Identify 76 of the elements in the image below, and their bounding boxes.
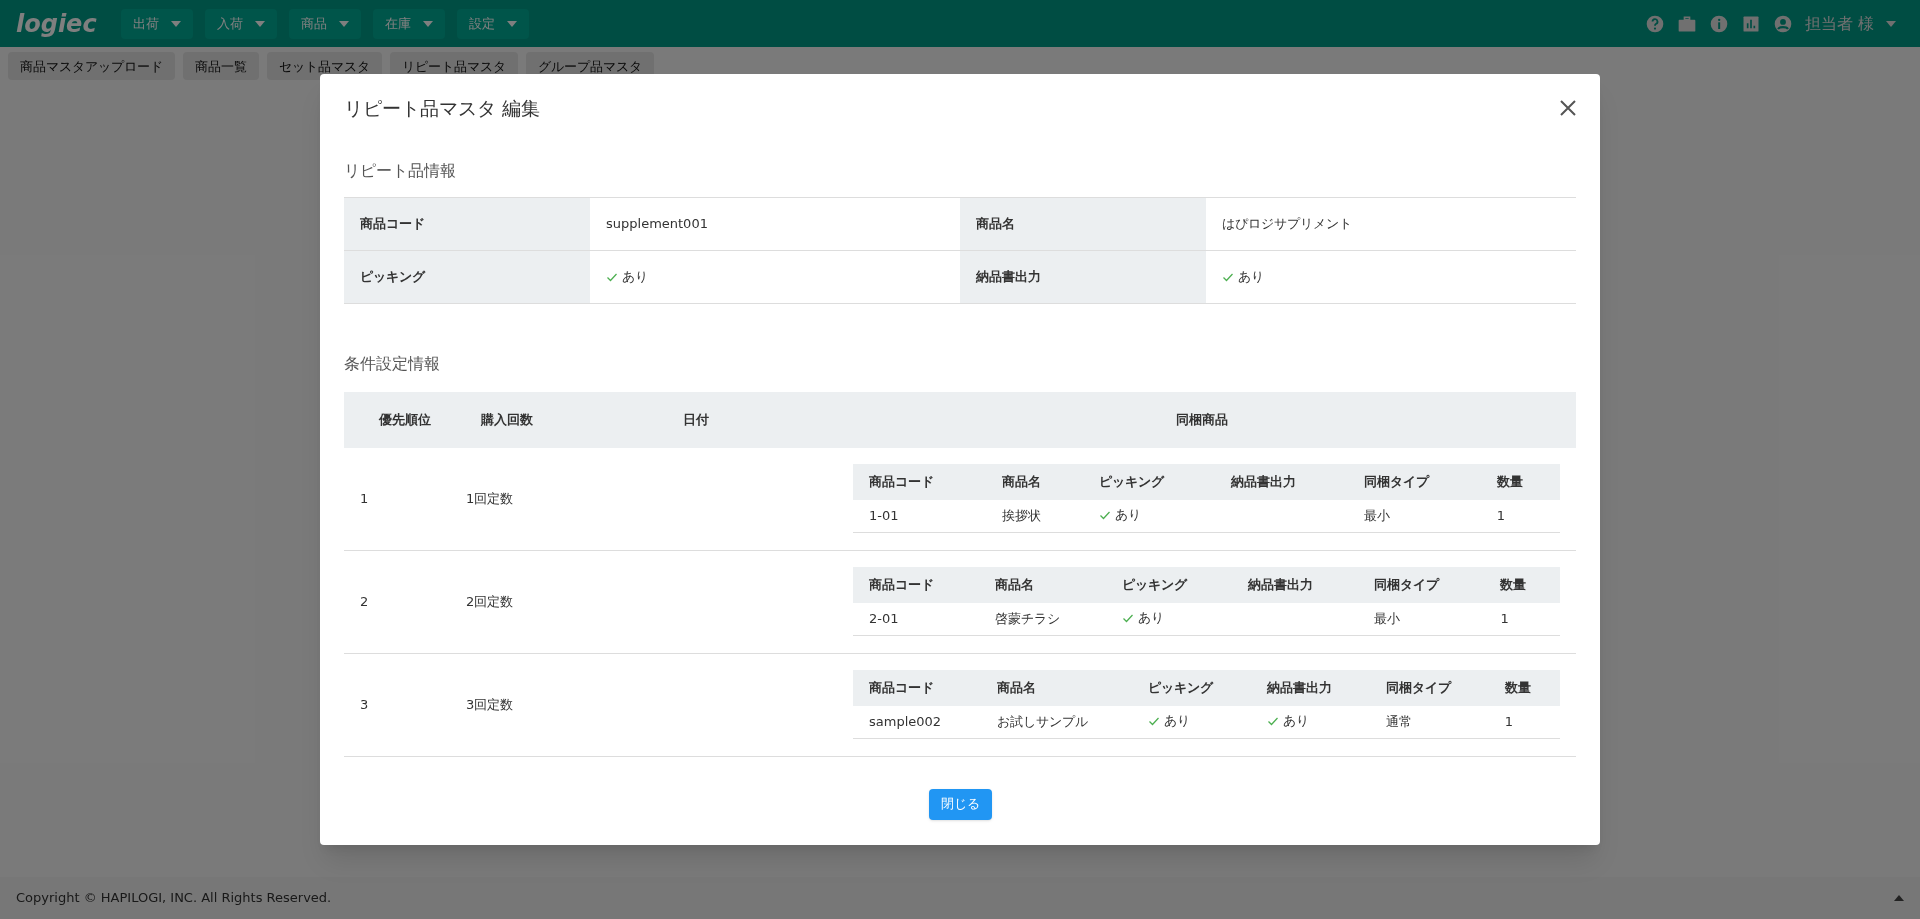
column-header: 数量 (1480, 463, 1560, 500)
column-header: 購入回数 (480, 410, 534, 429)
column-header: 同梱タイプ (1358, 566, 1485, 603)
menu-button[interactable]: 在庫 (372, 8, 445, 39)
table-cell: 挨拶状 (1001, 508, 1041, 524)
value-text: あり (622, 267, 648, 286)
table-cell: 通常 (1385, 714, 1412, 730)
column-header: 商品コード (853, 566, 980, 603)
table-cell: 1-01 (869, 508, 899, 524)
menu-button[interactable]: 入荷 (204, 8, 277, 39)
table-cell: sample002 (869, 714, 942, 730)
column-header: ピッキング (1131, 669, 1251, 706)
table-cell-text: 3 (359, 695, 370, 714)
column-header: ピッキング (1082, 463, 1216, 500)
close-button[interactable]: 閉じる (928, 788, 992, 820)
table-cell-text: 2 (359, 592, 370, 611)
table-cell: お試しサンプル (996, 714, 1088, 730)
label-cell: 商品名 (960, 197, 1206, 250)
column-header: 同梱商品 (1175, 410, 1229, 429)
column-header: 数量 (1488, 669, 1560, 706)
value-text: あり (1238, 267, 1264, 286)
close-icon[interactable] (1560, 100, 1576, 117)
column-header: 商品コード (853, 669, 981, 706)
caret-up-icon[interactable] (1894, 895, 1904, 901)
caret-icon (338, 20, 349, 27)
subnav-button[interactable]: 商品マスタアップロード (8, 52, 175, 80)
caret-icon (254, 20, 265, 27)
column-header: 商品コード (853, 463, 986, 500)
column-header: 日付 (682, 410, 710, 429)
column-header: ピッキング (1105, 566, 1232, 603)
info-icon[interactable] (1708, 13, 1729, 34)
table-cell: 最小 (1364, 508, 1390, 524)
help-icon[interactable] (1644, 13, 1665, 34)
label-cell: 商品コード (344, 197, 590, 250)
table-cell: 1 (1504, 714, 1514, 730)
menu-button[interactable]: 設定 (456, 8, 529, 39)
column-header: 同梱タイプ (1369, 669, 1489, 706)
table-cell-text: 3回定数 (466, 695, 515, 714)
value-text: はぴロジサプリメント (1222, 214, 1352, 233)
section-title: 条件設定情報 (344, 352, 441, 375)
copyright-text: Copyright © HAPILOGI, INC. All Rights Reserved. (16, 889, 332, 908)
label-cell: 納品書出力 (960, 250, 1206, 303)
column-header: 優先順位 (377, 410, 432, 429)
value-text: あり (1282, 712, 1309, 731)
value-text: supplement001 (606, 214, 708, 233)
value-text: あり (1114, 506, 1141, 525)
menu-button[interactable]: 出荷 (120, 8, 193, 39)
value-text: あり (1163, 712, 1190, 731)
table-cell: 啓蒙チラシ (995, 611, 1061, 627)
label-cell: ピッキング (344, 250, 590, 303)
column-header: 数量 (1484, 566, 1560, 603)
logo: logiec (16, 8, 97, 40)
column-header: 納品書出力 (1231, 566, 1359, 603)
column-header: 納品書出力 (1215, 463, 1348, 500)
table-cell-text: 2回定数 (466, 592, 515, 611)
column-header: 納品書出力 (1250, 669, 1370, 706)
column-header: 商品名 (979, 566, 1106, 603)
section-title: リピート品情報 (344, 159, 457, 182)
user-menu[interactable]: 担当者 様 (1804, 11, 1896, 36)
table-cell: 1 (1496, 508, 1505, 524)
column-header: 商品名 (985, 463, 1083, 500)
table-cell: 最小 (1374, 611, 1401, 627)
table-cell-text: 1回定数 (466, 489, 515, 508)
table-cell: 2-01 (869, 611, 899, 627)
value-text: あり (1137, 609, 1164, 628)
column-header: 商品名 (980, 669, 1132, 706)
menu-button[interactable]: 商品 (288, 8, 361, 39)
dialog-title: リピート品マスタ 編集 (344, 96, 541, 121)
account-icon[interactable] (1772, 13, 1793, 34)
caret-icon (170, 20, 181, 27)
caret-icon (506, 20, 517, 27)
table-cell: 1 (1500, 611, 1509, 627)
table-cell-text: 1 (359, 489, 370, 508)
caret-icon (1886, 20, 1896, 27)
caret-icon (422, 20, 433, 27)
column-header: 同梱タイプ (1348, 463, 1481, 500)
